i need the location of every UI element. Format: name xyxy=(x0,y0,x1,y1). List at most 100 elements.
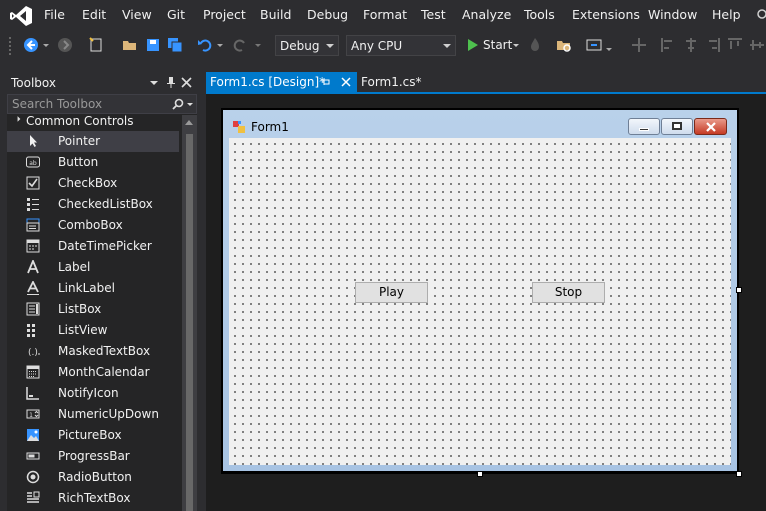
navigate-forward-icon[interactable] xyxy=(57,37,73,53)
svg-text:1: 1 xyxy=(29,412,33,419)
checkbox-icon xyxy=(26,176,40,190)
close-icon[interactable] xyxy=(181,77,192,88)
numericupdown-icon: 1 xyxy=(26,409,40,419)
play-button[interactable]: Play xyxy=(355,282,428,303)
browser-link-icon[interactable] xyxy=(586,37,602,53)
toolbox-item-listview[interactable]: ListView xyxy=(7,320,179,341)
tab-label: Form1.cs* xyxy=(361,75,422,89)
hot-reload-icon[interactable] xyxy=(527,37,543,53)
find-in-files-icon[interactable] xyxy=(556,37,572,53)
align-rights-icon[interactable] xyxy=(705,37,721,53)
menu-git[interactable]: Git xyxy=(167,7,185,22)
save-icon[interactable] xyxy=(145,37,161,53)
menu-analyze[interactable]: Analyze xyxy=(462,7,511,22)
maximize-button[interactable] xyxy=(661,118,693,135)
toolbox-item-picturebox[interactable]: PictureBox xyxy=(7,425,179,446)
start-dropdown-icon[interactable] xyxy=(513,44,519,47)
menu-edit[interactable]: Edit xyxy=(82,7,106,22)
window-position-dropdown-icon[interactable] xyxy=(150,81,158,85)
toolbox-item-button[interactable]: ab Button xyxy=(7,152,179,173)
toolbox-item-label: MaskedTextBox xyxy=(58,344,151,358)
minimize-button[interactable] xyxy=(628,118,660,135)
redo-icon[interactable] xyxy=(232,37,248,53)
undo-dropdown-icon[interactable] xyxy=(217,44,223,47)
toolbar-grip[interactable] xyxy=(9,37,14,55)
undo-icon[interactable] xyxy=(197,37,213,53)
toolbox-item-listbox[interactable]: ListBox xyxy=(7,299,179,320)
start-icon[interactable] xyxy=(465,37,481,53)
toolbox-item-progressbar[interactable]: ProgressBar xyxy=(7,446,179,467)
close-button[interactable] xyxy=(694,118,727,135)
toolbox-group-common-controls[interactable]: Common Controls xyxy=(7,114,182,130)
toolbox-item-pointer[interactable]: Pointer xyxy=(7,131,179,152)
tab-label: Form1.cs [Design]* xyxy=(210,75,326,89)
search-options-dropdown-icon[interactable] xyxy=(187,103,193,106)
toolbox-scrollbar[interactable] xyxy=(182,115,197,511)
toolbox-item-checkedlistbox[interactable]: CheckedListBox xyxy=(7,194,179,215)
toolbox-item-linklabel[interactable]: LinkLabel xyxy=(7,278,179,299)
toolbox-item-label[interactable]: Label xyxy=(7,257,179,278)
solution-configuration-select[interactable]: Debug xyxy=(275,35,339,56)
start-button-label[interactable]: Start xyxy=(483,38,512,52)
browser-link-dropdown-icon[interactable] xyxy=(606,48,612,51)
search-icon[interactable] xyxy=(172,98,184,110)
checkedlistbox-icon xyxy=(27,198,39,211)
toolbox-item-notifyicon[interactable]: NotifyIcon xyxy=(7,383,179,404)
maskedtextbox-icon: (.) xyxy=(28,348,40,358)
search-toolbox-input[interactable]: Search Toolbox xyxy=(7,94,197,114)
navigate-back-icon[interactable] xyxy=(23,37,39,53)
align-centers-icon[interactable] xyxy=(683,37,699,53)
toolbox-item-numericupdown[interactable]: 1 NumericUpDown xyxy=(7,404,179,425)
menu-help[interactable]: Help xyxy=(712,7,741,22)
pin-icon[interactable] xyxy=(166,76,176,89)
back-dropdown-icon[interactable] xyxy=(43,44,49,47)
pin-icon[interactable] xyxy=(321,77,331,87)
toolbox-item-monthcalendar[interactable]: MonthCalendar xyxy=(7,362,179,383)
resize-handle-bottom[interactable] xyxy=(477,471,483,477)
align-middles-icon[interactable] xyxy=(749,37,765,53)
menu-extensions[interactable]: Extensions xyxy=(572,7,640,22)
search-icon[interactable] xyxy=(756,8,766,22)
solution-platform-select[interactable]: Any CPU xyxy=(346,35,456,56)
align-tops-icon[interactable] xyxy=(727,37,743,53)
align-lefts-icon[interactable] xyxy=(660,37,676,53)
toolbox-item-label: RichTextBox xyxy=(58,491,131,505)
form-client-area[interactable] xyxy=(229,138,731,465)
toolbox-item-label: NumericUpDown xyxy=(58,407,159,421)
visual-studio-logo-icon[interactable] xyxy=(9,5,33,27)
menu-file[interactable]: File xyxy=(44,7,65,22)
expand-triangle-icon xyxy=(12,116,21,124)
new-project-icon[interactable] xyxy=(88,37,104,53)
toolbox-item-richtextbox[interactable]: RichTextBox xyxy=(7,488,179,509)
redo-dropdown-icon[interactable] xyxy=(255,44,261,47)
menu-project[interactable]: Project xyxy=(203,7,246,22)
toolbox-item-maskedtextbox[interactable]: (.) MaskedTextBox xyxy=(7,341,179,362)
scroll-up-icon[interactable] xyxy=(185,120,193,125)
resize-handle-bottom-right[interactable] xyxy=(736,471,742,477)
monthcalendar-icon xyxy=(26,365,40,379)
toolbox-item-datetimepicker[interactable]: DateTimePicker xyxy=(7,236,179,257)
toolbox-item-checkbox[interactable]: CheckBox xyxy=(7,173,179,194)
toolbox-item-combobox[interactable]: ComboBox xyxy=(7,215,179,236)
menu-window[interactable]: Window xyxy=(648,7,697,22)
scrollbar-thumb[interactable] xyxy=(186,134,193,511)
menu-tools[interactable]: Tools xyxy=(524,7,555,22)
toolbox-item-radiobutton[interactable]: RadioButton xyxy=(7,467,179,488)
stop-button[interactable]: Stop xyxy=(532,282,605,303)
listbox-icon xyxy=(26,302,40,316)
tab-form1-cs[interactable]: Form1.cs* xyxy=(357,72,437,92)
toolbox-item-label: NotifyIcon xyxy=(58,386,119,400)
menu-debug[interactable]: Debug xyxy=(307,7,348,22)
close-icon[interactable] xyxy=(341,77,351,87)
menu-format[interactable]: Format xyxy=(363,7,407,22)
align-to-grid-icon[interactable] xyxy=(631,37,647,53)
toolbox-item-label: ListBox xyxy=(58,302,102,316)
open-folder-icon[interactable] xyxy=(122,37,138,53)
menu-test[interactable]: Test xyxy=(421,7,446,22)
save-all-icon[interactable] xyxy=(167,37,183,53)
menu-view[interactable]: View xyxy=(122,7,152,22)
tab-form1-design[interactable]: Form1.cs [Design]* xyxy=(206,72,357,92)
button-icon: ab xyxy=(26,156,40,168)
resize-handle-right[interactable] xyxy=(736,287,742,293)
menu-build[interactable]: Build xyxy=(260,7,291,22)
